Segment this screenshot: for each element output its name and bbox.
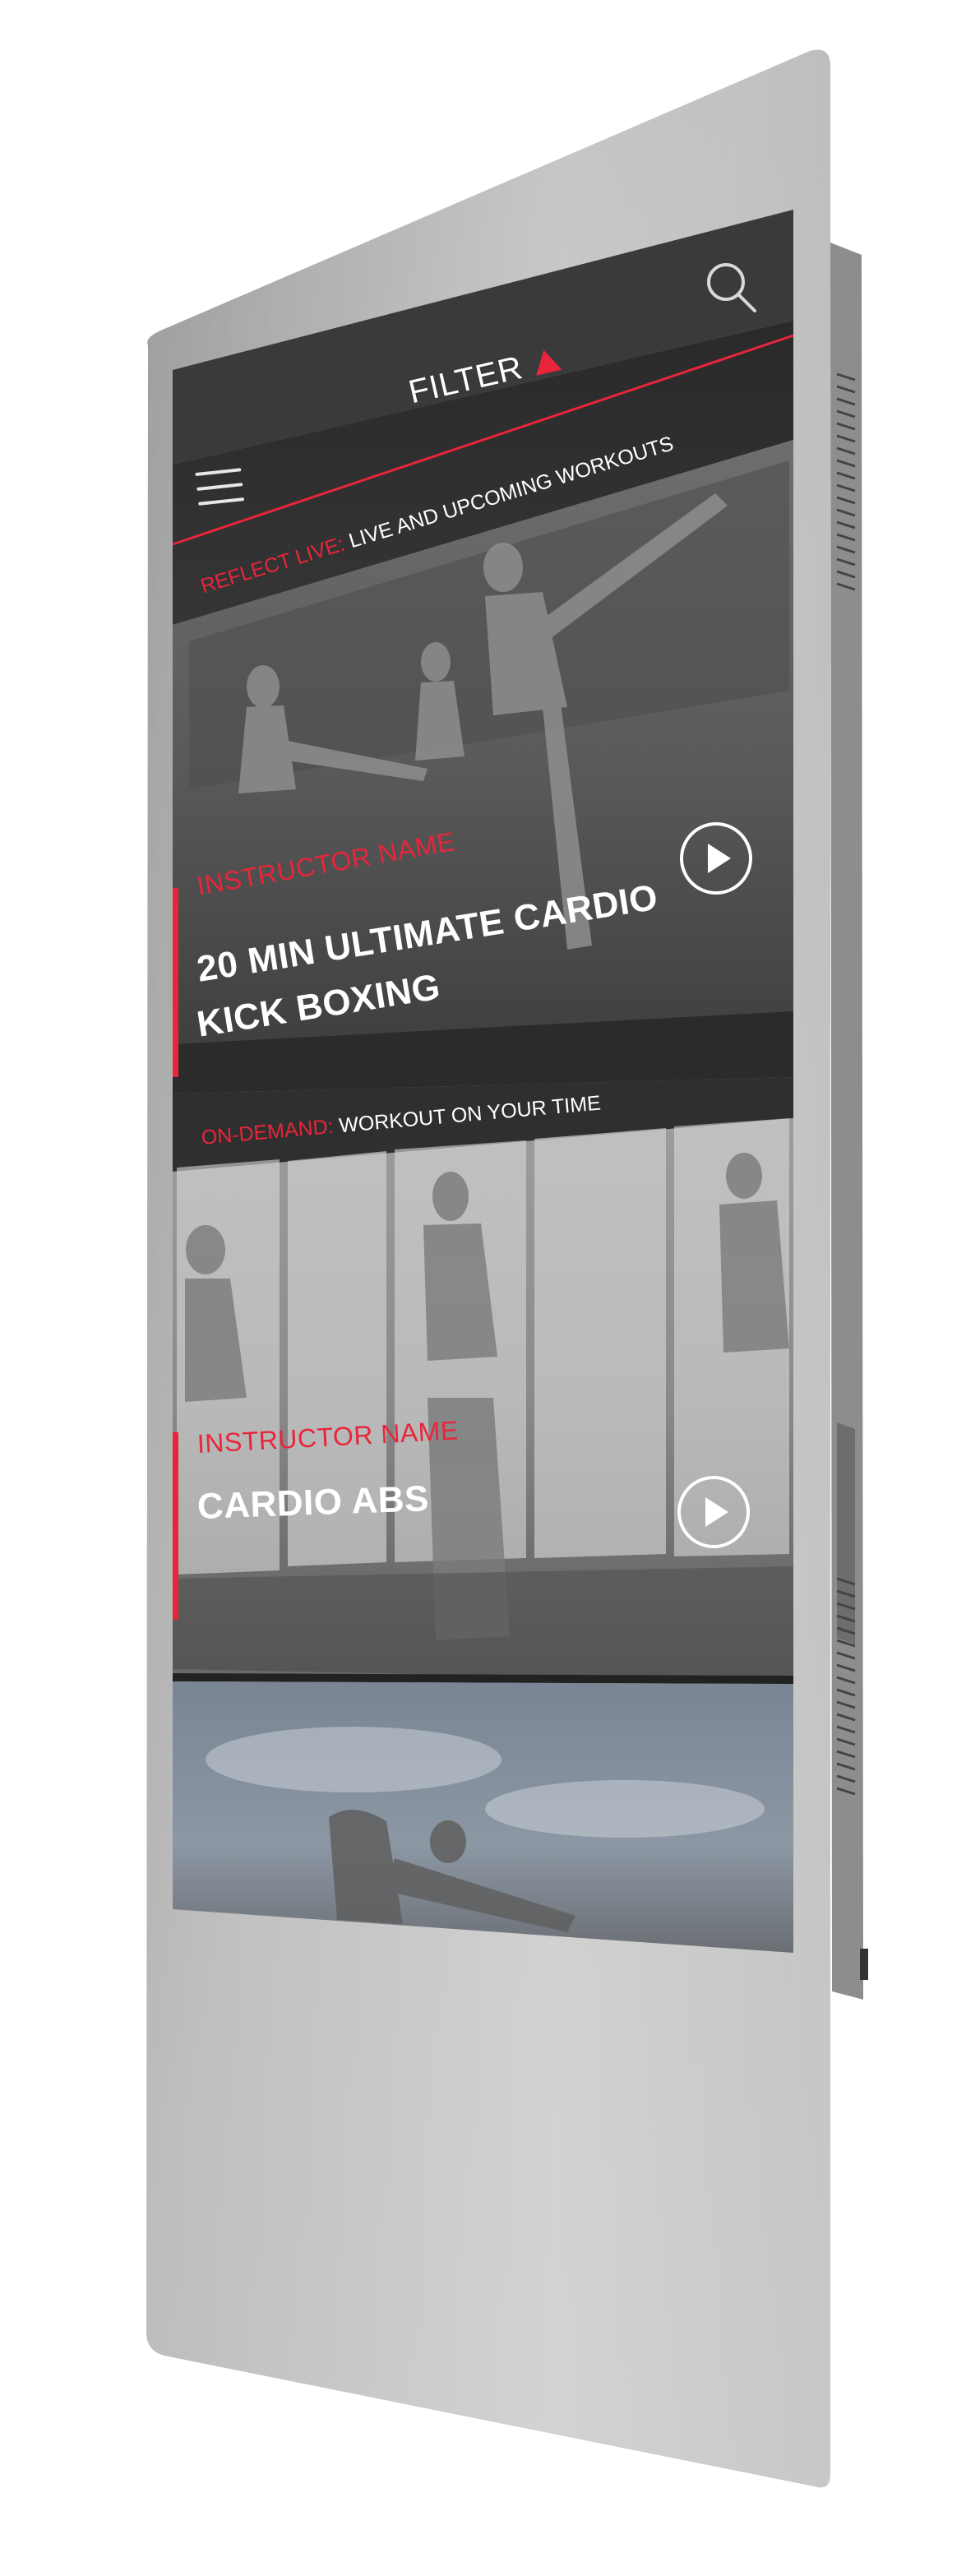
play-icon [705,1497,728,1527]
search-icon [707,263,756,312]
card-1-accent-bar [173,888,178,1077]
card-2-title-line1[interactable]: CARDIO ABS [196,1478,430,1528]
play-icon [708,844,731,873]
card-2-play-button[interactable] [677,1476,750,1548]
card-2-accent-bar [173,1432,178,1620]
device-mockup: FILTER REFLECT LIVE: LIVE AND UPCOMING W… [0,0,966,2576]
search-button[interactable] [703,259,760,317]
hamburger-menu-icon [195,468,245,506]
card-1-play-button[interactable] [680,822,752,895]
menu-button[interactable] [195,468,245,517]
